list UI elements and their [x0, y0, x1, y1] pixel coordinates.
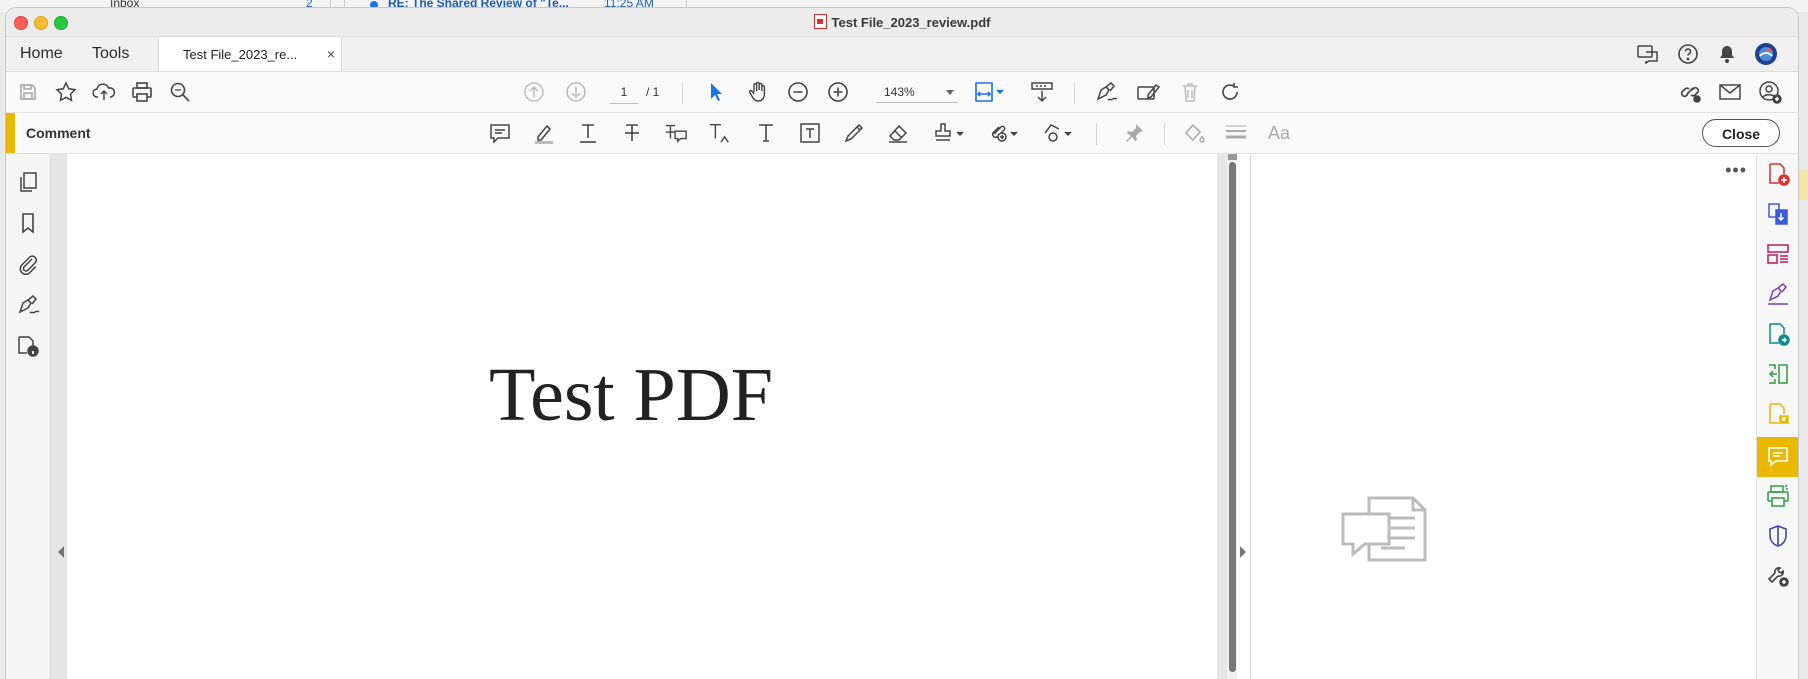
email-icon[interactable]: [1718, 80, 1742, 104]
fit-page-icon[interactable]: [972, 80, 1008, 104]
upload-cloud-icon[interactable]: [92, 80, 116, 104]
fill-sign-rail-icon[interactable]: [1766, 282, 1790, 306]
comments-pane: •••: [1250, 154, 1757, 679]
insert-text-icon[interactable]: [708, 121, 732, 145]
signature-panel-icon[interactable]: [16, 293, 40, 317]
delete-icon[interactable]: [1178, 80, 1202, 104]
page-total: / 1: [646, 85, 660, 99]
rotate-icon[interactable]: [1218, 80, 1242, 104]
zoom-level-dropdown[interactable]: 143%: [876, 81, 958, 103]
tab-bar: Home Tools Test File_2023_re... ×: [6, 37, 1798, 72]
text-box-icon[interactable]: [798, 121, 822, 145]
toolbar-divider: [682, 82, 683, 104]
page-thumbnails-icon[interactable]: [16, 170, 40, 194]
share-review-icon[interactable]: [1636, 42, 1660, 66]
protect-icon[interactable]: [1766, 524, 1790, 548]
page-number-input[interactable]: 1: [610, 81, 638, 104]
document-viewer: Test PDF: [51, 154, 1237, 679]
save-icon[interactable]: [16, 80, 40, 104]
pin-icon[interactable]: [1122, 121, 1146, 145]
expand-right-pane-icon[interactable]: [1240, 546, 1246, 558]
sticky-note-icon[interactable]: [488, 121, 512, 145]
toolbar-divider: [1074, 82, 1075, 104]
zoom-in-icon[interactable]: [826, 80, 850, 104]
share-link-icon[interactable]: [1678, 80, 1702, 104]
close-tab-icon[interactable]: ×: [327, 46, 335, 62]
bookmark-icon[interactable]: [16, 211, 40, 235]
stamp-icon[interactable]: [932, 121, 968, 145]
page-up-icon[interactable]: [522, 80, 546, 104]
chevron-down-icon: [946, 90, 954, 95]
attachment-icon[interactable]: [16, 252, 40, 276]
text-font-icon[interactable]: Aa: [1266, 121, 1294, 145]
window-title-text: Test File_2023_review.pdf: [831, 15, 991, 30]
pdf-page-title: Test PDF: [489, 353, 773, 437]
comment-toolbar-label: Comment: [26, 125, 91, 141]
fill-sign-icon[interactable]: [1136, 80, 1160, 104]
scroll-up-arrow[interactable]: [1228, 154, 1237, 160]
tab-home[interactable]: Home: [20, 45, 63, 63]
attach-icon[interactable]: [986, 121, 1022, 145]
line-weight-icon[interactable]: [1224, 121, 1248, 145]
request-signature-icon[interactable]: [1766, 402, 1790, 426]
close-comment-button[interactable]: Close: [1702, 119, 1780, 147]
tab-document-label: Test File_2023_re...: [183, 47, 298, 62]
title-bar: Test File_2023_review.pdf: [6, 8, 1798, 37]
select-arrow-icon[interactable]: [704, 80, 728, 104]
comment-toolbar: Comment Aa Close: [6, 113, 1798, 154]
organize-pages-icon[interactable]: [1766, 242, 1790, 266]
sign-icon[interactable]: [1094, 80, 1118, 104]
toolbar-divider: [1164, 123, 1165, 145]
comment-rail-icon[interactable]: [1766, 444, 1790, 468]
underline-text-icon[interactable]: [576, 121, 600, 145]
user-avatar[interactable]: [1754, 42, 1778, 66]
edit-pdf-icon[interactable]: [1766, 322, 1790, 346]
no-comments-illustration-icon: [1341, 496, 1427, 572]
tab-document[interactable]: Test File_2023_re... ×: [158, 37, 342, 71]
zoom-level-value: 143%: [884, 85, 915, 99]
scrollbar-thumb[interactable]: [1229, 162, 1236, 672]
highlight-icon[interactable]: [532, 121, 556, 145]
main-toolbar: 1 / 1 143%: [6, 72, 1798, 113]
eraser-icon[interactable]: [886, 121, 910, 145]
strikethrough-icon[interactable]: [620, 121, 644, 145]
scroll-mode-icon[interactable]: [1030, 80, 1054, 104]
more-options-icon[interactable]: •••: [1725, 160, 1747, 181]
shapes-icon[interactable]: [1040, 121, 1076, 145]
tab-tools[interactable]: Tools: [92, 45, 129, 63]
add-text-icon[interactable]: [754, 121, 778, 145]
replace-text-icon[interactable]: [664, 121, 688, 145]
hand-icon[interactable]: [746, 80, 770, 104]
background-window-edge: [1798, 170, 1808, 200]
account-icon[interactable]: [1758, 80, 1782, 104]
search-zoom-icon[interactable]: [168, 80, 192, 104]
page-down-icon[interactable]: [564, 80, 588, 104]
tools-rail: [1756, 154, 1798, 679]
notifications-bell-icon[interactable]: [1715, 42, 1739, 66]
help-icon[interactable]: [1676, 42, 1700, 66]
comment-accent-bar: [6, 113, 15, 153]
export-pdf-icon[interactable]: [1766, 202, 1790, 226]
pencil-icon[interactable]: [842, 121, 866, 145]
document-info-icon[interactable]: [16, 334, 40, 358]
star-icon[interactable]: [54, 80, 78, 104]
print-icon[interactable]: [130, 80, 154, 104]
scan-ocr-icon[interactable]: [1766, 484, 1790, 508]
toolbar-divider: [1096, 123, 1097, 145]
more-tools-icon[interactable]: [1766, 564, 1790, 588]
pdf-page: Test PDF: [67, 154, 1217, 679]
compress-icon[interactable]: [1766, 362, 1790, 386]
zoom-out-icon[interactable]: [786, 80, 810, 104]
pdf-file-icon: [813, 14, 827, 29]
left-navigation-panel: [6, 154, 51, 679]
collapse-left-pane-icon[interactable]: [58, 546, 64, 558]
window-title: Test File_2023_review.pdf: [6, 14, 1798, 30]
fill-color-icon[interactable]: [1182, 121, 1206, 145]
svg-text:Aa: Aa: [1268, 123, 1291, 143]
create-pdf-icon[interactable]: [1766, 162, 1790, 186]
acrobat-window: Test File_2023_review.pdf Home Tools Tes…: [6, 8, 1798, 679]
